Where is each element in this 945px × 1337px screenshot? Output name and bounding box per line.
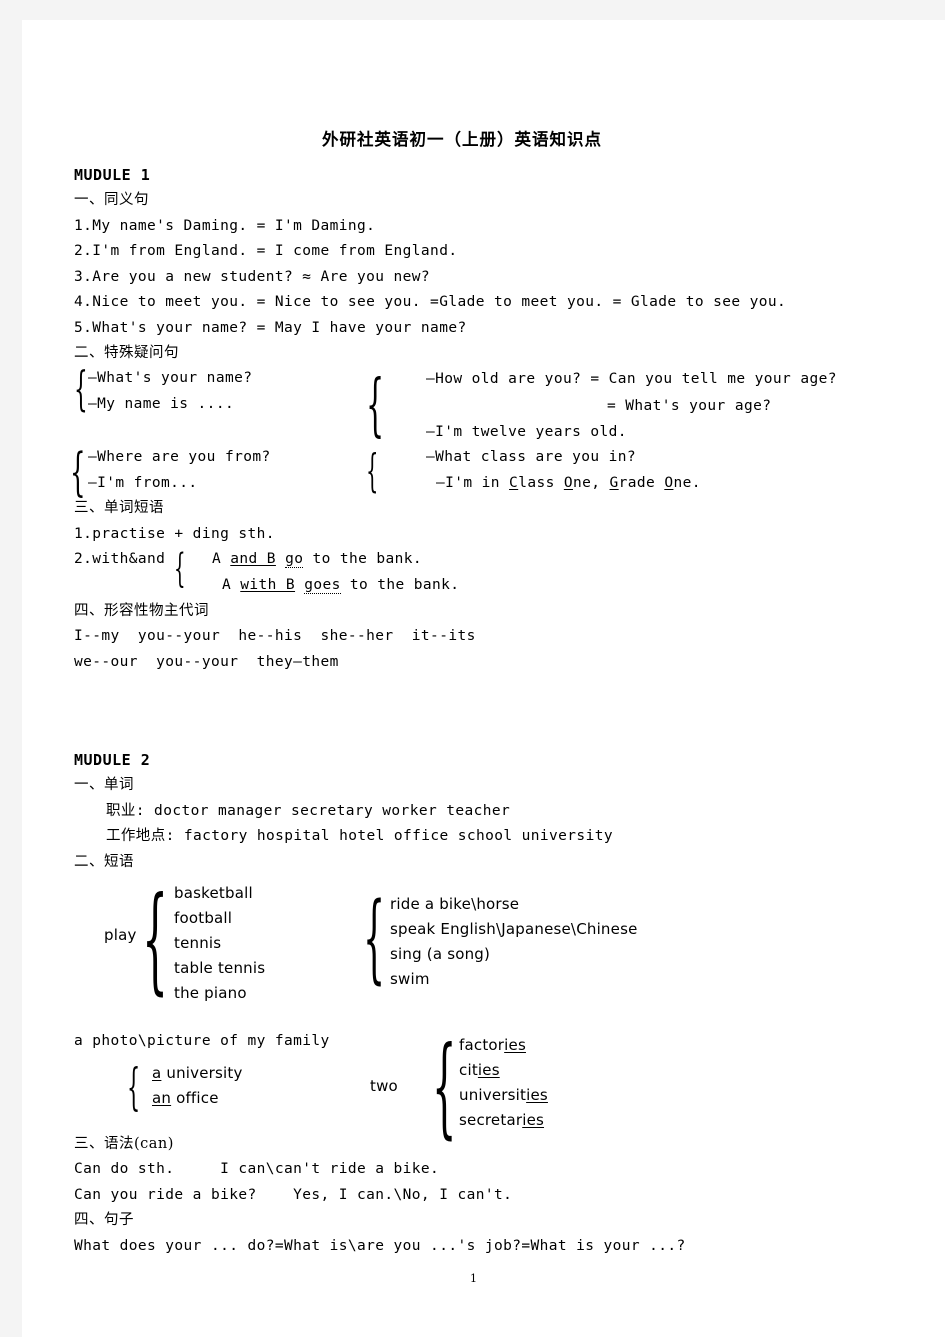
module1-section1-line-4: 4.Nice to meet you. = Nice to see you. =… — [74, 294, 787, 310]
module2-play-label: play — [104, 926, 137, 944]
module2-skill-item-4: swim — [390, 970, 430, 988]
brace-group-d: { — [366, 445, 379, 498]
module2-skill-item-3: sing (a song) — [390, 945, 491, 963]
wa2-mid — [295, 577, 304, 593]
plural-s-0: factor — [459, 1036, 505, 1054]
wa1-dotted: go — [285, 551, 304, 568]
module2-heading: MUDULE 2 — [74, 751, 151, 769]
module1-group-c-line-1: —Where are you from? — [88, 449, 271, 465]
group-d-r-3: ne. — [673, 475, 701, 491]
module1-group-a-line-1: —What's your name? — [88, 370, 253, 386]
module2-skill-item-2: speak English\Japanese\Chinese — [390, 920, 638, 938]
wa2-dotted: goes — [304, 577, 341, 594]
wa2-pre: A — [222, 577, 241, 593]
module1-section1-line-2: 2.I'm from England. = I come from Englan… — [74, 243, 458, 259]
article-r-0: university — [161, 1064, 243, 1082]
wa2-u: with B — [240, 577, 296, 593]
module2-plural-item-4: secretaries — [459, 1113, 544, 1128]
module1-group-c-line-2: —I'm from... — [88, 475, 198, 491]
module1-group-a-line-2: —My name is .... — [88, 396, 235, 412]
module2-play-item-3: tennis — [174, 934, 222, 952]
group-d-r-0: lass — [518, 475, 564, 491]
brace-articles: { — [127, 1057, 141, 1117]
module2-section4-line-1: What does your ... do?=What is\are you .… — [74, 1238, 686, 1254]
plural-s-2: universit — [459, 1086, 527, 1104]
module2-two-label: two — [370, 1077, 398, 1095]
plural-s-1: cit — [459, 1061, 478, 1079]
brace-play: { — [142, 871, 169, 1007]
module2-section4-heading: 四、句子 — [74, 1212, 134, 1228]
article-u-1: an — [152, 1089, 172, 1107]
module1-section1-line-5: 5.What's your name? = May I have your na… — [74, 320, 467, 336]
article-r-1: office — [171, 1089, 219, 1107]
module2-plural-item-1: factories — [459, 1038, 526, 1053]
module1-group-b-line-3: —I'm twelve years old. — [426, 425, 627, 440]
plural-u-3: ies — [522, 1111, 545, 1129]
module1-section2-heading: 二、特殊疑问句 — [74, 345, 179, 361]
group-d-u-0: C — [509, 475, 519, 491]
page-title: 外研社英语初一（上册）英语知识点 — [322, 130, 602, 149]
module2-article-item-2: an office — [152, 1091, 219, 1106]
group-d-r-2: rade — [618, 475, 665, 491]
module2-section1-line-1: 职业: doctor manager secretary worker teac… — [106, 803, 511, 819]
module2-section3-heading: 三、语法(can) — [74, 1136, 174, 1152]
plural-u-0: ies — [504, 1036, 526, 1054]
module1-section3-line-1: 1.practise + ding sth. — [74, 526, 275, 542]
group-d-u-1: O — [563, 475, 573, 491]
article-u-0: a — [152, 1064, 162, 1082]
brace-group-b: { — [366, 365, 385, 445]
group-b-answer-text: —I'm twelve years old. — [426, 424, 627, 440]
module1-section4-line-2: we--our you--your they—them — [74, 654, 339, 670]
module2-section3-line-1: Can do sth. I can\can't ride a bike. — [74, 1161, 440, 1177]
wa1-post: to the bank. — [303, 551, 423, 567]
document-body: 外研社英语初一（上册）英语知识点 MUDULE 1 一、同义句 1.My nam… — [22, 20, 945, 1337]
module1-section4-heading: 四、形容性物主代词 — [74, 603, 209, 619]
module1-section1-line-3: 3.Are you a new student? ≈ Are you new? — [74, 269, 431, 285]
brace-with-and: { — [174, 547, 186, 592]
module2-section3-line-2: Can you ride a bike? Yes, I can.\No, I c… — [74, 1187, 513, 1203]
module2-plural-item-2: cities — [459, 1063, 500, 1078]
group-d-answer-prefix: —I'm in — [436, 475, 510, 491]
module1-group-d-question: —What class are you in? — [426, 449, 636, 465]
module1-group-d-answer: —I'm in Class One, Grade One. — [436, 476, 701, 491]
brace-group-c: { — [70, 442, 86, 504]
wa1-pre: A — [212, 551, 231, 567]
module1-section4-line-1: I--my you--your he--his she--her it--its — [74, 628, 476, 644]
module2-play-item-4: table tennis — [174, 959, 266, 977]
plural-s-3: secretar — [459, 1111, 523, 1129]
module2-section1-line-2: 工作地点: factory hospital hotel office scho… — [106, 828, 613, 844]
module1-group-b-line-2: = What's your age? — [607, 398, 772, 414]
module1-heading: MUDULE 1 — [74, 166, 151, 184]
module2-play-item-5: the piano — [174, 984, 247, 1002]
plural-u-2: ies — [526, 1086, 548, 1104]
plural-u-1: ies — [477, 1061, 500, 1079]
brace-group-a: { — [74, 363, 88, 418]
module2-play-item-1: basketball — [174, 884, 253, 902]
module2-section2-heading: 二、短语 — [74, 854, 134, 870]
module2-skill-item-1: ride a bike\horse — [390, 895, 520, 913]
module1-with-and-line-2: A with B goes to the bank. — [222, 577, 460, 594]
document-page: 外研社英语初一（上册）英语知识点 MUDULE 1 一、同义句 1.My nam… — [22, 20, 945, 1337]
wa1-u: and B — [230, 551, 276, 567]
brace-plurals: { — [432, 1022, 457, 1151]
wa2-post: to the bank. — [340, 577, 460, 593]
module1-section1-heading: 一、同义句 — [74, 192, 149, 208]
module2-photo-line: a photo\picture of my family — [74, 1033, 330, 1049]
module1-group-b-line-1: —How old are you? = Can you tell me your… — [426, 371, 837, 387]
brace-skills: { — [363, 883, 386, 996]
module2-section1-heading: 一、单词 — [74, 777, 134, 793]
group-d-r-1: ne, — [572, 475, 610, 491]
group-d-u-2: G — [609, 475, 619, 491]
module2-play-item-2: football — [174, 909, 233, 927]
module1-with-and-line-1: A and B go to the bank. — [212, 551, 423, 568]
module2-article-item-1: a university — [152, 1066, 243, 1081]
wa1-mid — [276, 551, 285, 567]
module1-section3-line-2-label: 2.with&and — [74, 551, 166, 567]
module1-section3-heading: 三、单词短语 — [74, 500, 164, 516]
module2-plural-item-3: universities — [459, 1088, 548, 1103]
page-number: 1 — [470, 1272, 477, 1285]
module1-section1-line-1: 1.My name's Daming. = I'm Daming. — [74, 218, 376, 234]
